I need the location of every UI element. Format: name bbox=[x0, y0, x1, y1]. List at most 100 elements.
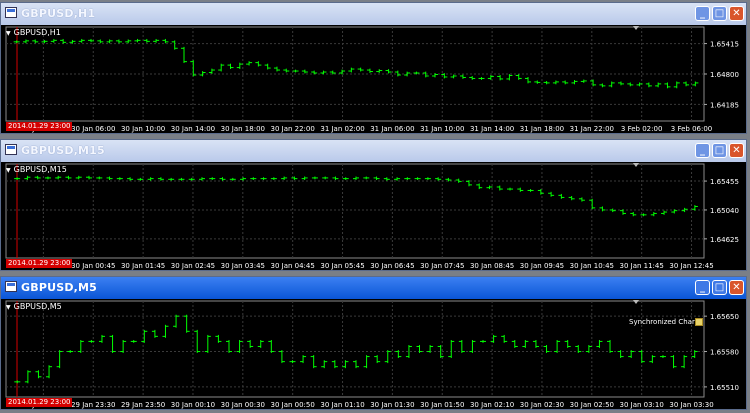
chart-window-m15[interactable]: GBPUSD,M15 _ □ ✕ 29 Jan 23:4530 Jan 00:4… bbox=[0, 139, 747, 271]
ohlc-bar bbox=[416, 345, 423, 353]
time-axis-label: 30 Jan 11:45 bbox=[620, 262, 664, 270]
ohlc-bar bbox=[515, 74, 522, 80]
time-axis-label: 30 Jan 02:45 bbox=[171, 262, 215, 270]
ohlc-bar bbox=[41, 39, 48, 44]
time-axis-label: 31 Jan 02:00 bbox=[320, 125, 364, 133]
ohlc-bar bbox=[106, 176, 113, 181]
ohlc-bar bbox=[141, 329, 148, 343]
time-axis-label: 30 Jan 00:30 bbox=[221, 401, 265, 409]
close-button[interactable]: ✕ bbox=[729, 143, 744, 158]
ohlc-bar bbox=[691, 350, 698, 359]
ohlc-bar bbox=[496, 185, 503, 191]
time-axis-label: 3 Feb 06:00 bbox=[671, 125, 712, 133]
sync-charts-icon[interactable] bbox=[695, 318, 703, 326]
chart-plot-area[interactable]: 29 Jan 23:4530 Jan 00:4530 Jan 01:4530 J… bbox=[1, 162, 746, 270]
ohlc-bar bbox=[246, 61, 253, 66]
ohlc-bar bbox=[270, 177, 277, 181]
time-axis-label: 30 Jan 02:50 bbox=[570, 401, 614, 409]
plot-frame bbox=[5, 163, 705, 259]
ohlc-bar bbox=[486, 185, 493, 190]
ohlc-bar bbox=[353, 360, 359, 369]
ohlc-bar bbox=[506, 74, 513, 81]
chart-plot-area[interactable]: 30 Jan 02:0030 Jan 06:0030 Jan 10:0030 J… bbox=[1, 25, 746, 133]
time-axis-label: 30 Jan 08:45 bbox=[470, 262, 514, 270]
close-button[interactable]: ✕ bbox=[729, 280, 744, 295]
window-title: GBPUSD,M15 bbox=[21, 144, 105, 157]
ohlc-bar bbox=[609, 208, 616, 213]
ohlc-bar bbox=[628, 350, 635, 359]
time-axis-label: 30 Jan 02:10 bbox=[470, 401, 514, 409]
ohlc-bar bbox=[691, 205, 698, 211]
ohlc-bar bbox=[301, 176, 308, 181]
symbol-label: GBPUSD,M5 bbox=[6, 302, 62, 311]
window-titlebar[interactable]: GBPUSD,M5 _ □ ✕ bbox=[1, 277, 746, 299]
maximize-button[interactable]: □ bbox=[712, 143, 727, 158]
chart-window-m5[interactable]: GBPUSD,M5 _ □ ✕ 29 Jan 23:1029 Jan 23:30… bbox=[0, 276, 747, 410]
ohlc-bar bbox=[311, 70, 318, 75]
time-axis-label: 3 Feb 02:00 bbox=[621, 125, 662, 133]
ohlc-bar bbox=[363, 176, 370, 180]
ohlc-bar bbox=[376, 69, 383, 73]
price-axis-label: 1.64800 bbox=[710, 71, 739, 79]
ohlc-bar bbox=[630, 212, 637, 217]
ohlc-bar bbox=[424, 177, 431, 181]
ohlc-bar bbox=[342, 177, 349, 181]
ohlc-bar bbox=[342, 360, 349, 369]
price-axis-label: 1.65415 bbox=[710, 41, 739, 49]
ohlc-bar bbox=[283, 68, 290, 73]
ohlc-bar bbox=[208, 68, 215, 74]
ohlc-bar bbox=[383, 177, 390, 181]
chart-window-icon bbox=[5, 7, 17, 18]
time-axis-label: 30 Jan 01:30 bbox=[370, 401, 414, 409]
ohlc-bar bbox=[35, 370, 42, 379]
ohlc-bar bbox=[151, 329, 158, 338]
ohlc-bar bbox=[14, 380, 21, 384]
chart-plot-area[interactable]: 29 Jan 23:1029 Jan 23:3029 Jan 23:5030 J… bbox=[1, 299, 746, 409]
ohlc-bar bbox=[268, 339, 275, 353]
ohlc-bar bbox=[650, 212, 657, 217]
time-axis-label: 30 Jan 05:45 bbox=[320, 262, 364, 270]
ohlc-bar bbox=[670, 355, 677, 369]
maximize-button[interactable]: □ bbox=[712, 6, 727, 21]
ohlc-bar bbox=[310, 355, 317, 369]
ohlc-bar bbox=[480, 339, 487, 343]
window-titlebar[interactable]: GBPUSD,M15 _ □ ✕ bbox=[1, 140, 746, 162]
ohlc-bar bbox=[537, 189, 544, 195]
ohlc-bar bbox=[575, 345, 582, 353]
ohlc-bar bbox=[554, 339, 561, 353]
time-axis-label: 31 Jan 10:00 bbox=[420, 125, 464, 133]
time-axis-label: 31 Jan 18:00 bbox=[520, 125, 564, 133]
minimize-button[interactable]: _ bbox=[695, 143, 710, 158]
chart-window-icon bbox=[5, 281, 17, 292]
ohlc-bar bbox=[507, 187, 514, 191]
ohlc-bar bbox=[204, 334, 211, 353]
ohlc-bar bbox=[469, 339, 476, 353]
ohlc-bar bbox=[219, 177, 226, 181]
close-button[interactable]: ✕ bbox=[729, 6, 744, 21]
minimize-button[interactable]: _ bbox=[695, 6, 710, 21]
ohlc-bar bbox=[511, 339, 518, 348]
maximize-button[interactable]: □ bbox=[712, 280, 727, 295]
time-axis-label: 30 Jan 02:30 bbox=[520, 401, 564, 409]
ohlc-bar bbox=[543, 81, 550, 85]
shift-marker-icon bbox=[633, 300, 639, 304]
price-axis-label: 1.64625 bbox=[710, 236, 739, 244]
chart-window-h1[interactable]: GBPUSD,H1 _ □ ✕ 30 Jan 02:0030 Jan 06:00… bbox=[0, 2, 747, 134]
ohlc-bar bbox=[77, 339, 84, 353]
ohlc-bar bbox=[215, 334, 222, 343]
ohlc-bar bbox=[120, 339, 127, 353]
ohlc-bar bbox=[116, 177, 123, 181]
ohlc-bar bbox=[225, 339, 232, 353]
ohlc-bar bbox=[134, 38, 141, 43]
ohlc-bar bbox=[385, 69, 392, 74]
ohlc-bar bbox=[568, 196, 575, 201]
ohlc-bar bbox=[671, 209, 678, 214]
window-titlebar[interactable]: GBPUSD,H1 _ □ ✕ bbox=[1, 3, 746, 25]
ohlc-bar bbox=[22, 39, 29, 44]
ohlc-bar bbox=[459, 74, 466, 79]
ohlc-bar bbox=[527, 189, 534, 192]
ohlc-bar bbox=[55, 175, 62, 180]
ohlc-bar bbox=[348, 67, 355, 73]
ohlc-bar bbox=[98, 334, 105, 343]
minimize-button[interactable]: _ bbox=[695, 280, 710, 295]
